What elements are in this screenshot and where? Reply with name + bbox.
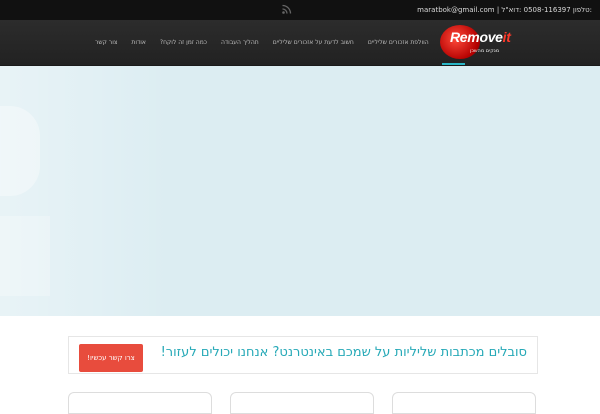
rss-icon[interactable] [281, 4, 293, 16]
top-bar: טלפון: 0508-116397 | דוא"ל: maratbok@gma… [0, 0, 600, 20]
nav-item-removal[interactable]: הוולפת אזכורים שליליים [361, 20, 436, 65]
contact-info: טלפון: 0508-116397 | דוא"ל: maratbok@gma… [417, 4, 592, 16]
cta-text: סובלים מכתבות שליליות על שמכם באינטרנט? … [160, 345, 527, 360]
logo-text-accent: it [502, 29, 511, 45]
contact-email[interactable]: maratbok@gmail.com [417, 6, 494, 14]
contact-phone[interactable]: 0508-116397 [524, 6, 571, 14]
feature-card [392, 392, 536, 414]
hero-image-shape [0, 216, 50, 296]
hero-banner [0, 66, 600, 316]
site-logo[interactable]: Removeit מנקים מהשכן [440, 23, 526, 61]
main-nav: דף הבית הוולפת אזכורים שליליים חשוב לדעת… [88, 20, 471, 65]
site-header: דף הבית הוולפת אזכורים שליליים חשוב לדעת… [0, 20, 600, 66]
cta-box: סובלים מכתבות שליליות על שמכם באינטרנט? … [68, 336, 538, 374]
nav-item-about[interactable]: אודות [124, 20, 153, 65]
logo-subtitle: מנקים מהשכן [470, 48, 500, 54]
contact-prefix: טלפון: [572, 6, 592, 14]
logo-text-main: Remove [450, 29, 503, 45]
contact-email-prefix: | דוא"ל: [496, 6, 522, 14]
feature-card [230, 392, 374, 414]
hero-image-shape [0, 106, 40, 196]
nav-item-process[interactable]: תהליך העבודה [214, 20, 266, 65]
nav-item-duration[interactable]: כמה זמן זה לוקח? [153, 20, 214, 65]
contact-now-button[interactable]: צרו קשר עכשיו! [79, 344, 143, 372]
feature-card [68, 392, 212, 414]
logo-text: Removeit [450, 29, 511, 45]
nav-item-contact[interactable]: צור קשר [88, 20, 124, 65]
nav-item-important[interactable]: חשוב לדעת על אזכורים שליליים [266, 20, 361, 65]
